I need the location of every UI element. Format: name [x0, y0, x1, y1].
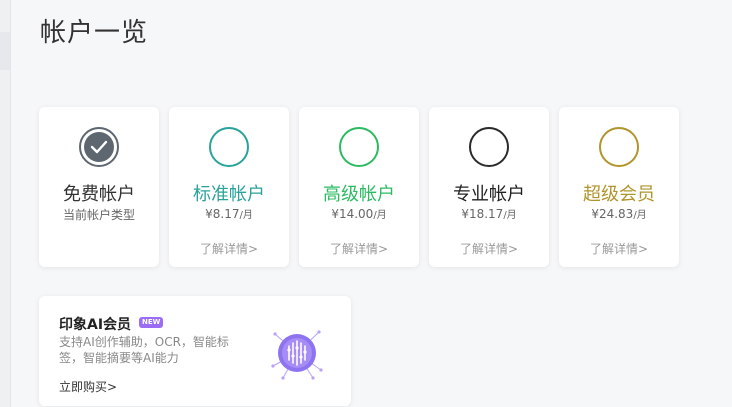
plan-card-premium[interactable]: 高级帐户 ¥14.00/月 了解详情>	[299, 107, 419, 267]
plan-ring-icon	[339, 127, 379, 167]
ai-card-description: 支持AI创作辅助，OCR，智能标签，智能摘要等AI能力	[59, 335, 229, 365]
price-unit: /月	[503, 210, 517, 221]
plan-name: 免费帐户	[63, 184, 135, 205]
price-unit: /月	[633, 210, 647, 221]
page-title: 帐户一览	[40, 18, 149, 48]
buy-now-link[interactable]: 立即购买>	[59, 378, 117, 395]
ai-membership-card[interactable]: 印象AI会员 NEW 支持AI创作辅助，OCR，智能标签，智能摘要等AI能力 立…	[39, 296, 351, 406]
current-plan-ring	[79, 127, 119, 167]
plan-card-free[interactable]: 免费帐户 当前帐户类型	[39, 107, 159, 267]
price-unit: /月	[373, 210, 387, 221]
left-sidebar-edge	[0, 0, 11, 407]
sidebar-selected-indicator	[0, 32, 10, 70]
learn-more-link[interactable]: 了解详情>	[559, 240, 679, 257]
plan-ring-icon	[209, 127, 249, 167]
price-value: ¥8.17	[205, 207, 240, 221]
ai-chip-icon	[269, 326, 325, 380]
plan-name: 高级帐户	[323, 184, 395, 205]
plan-card-super[interactable]: 超级会员 ¥24.83/月 了解详情>	[559, 107, 679, 267]
plan-card-standard[interactable]: 标准帐户 ¥8.17/月 了解详情>	[169, 107, 289, 267]
learn-more-link[interactable]: 了解详情>	[169, 240, 289, 257]
plan-ring-icon	[599, 127, 639, 167]
price-value: ¥18.17	[461, 207, 504, 221]
plan-name: 超级会员	[583, 184, 655, 205]
current-plan-label: 当前帐户类型	[62, 208, 135, 222]
plan-price: ¥14.00/月	[299, 206, 419, 221]
price-value: ¥24.83	[591, 207, 634, 221]
new-badge: NEW	[139, 317, 164, 328]
learn-more-link[interactable]: 了解详情>	[299, 240, 419, 257]
price-unit: /月	[239, 210, 253, 221]
plan-name: 标准帐户	[193, 184, 265, 205]
plan-ring-icon	[469, 127, 509, 167]
price-value: ¥14.00	[331, 207, 374, 221]
learn-more-link[interactable]: 了解详情>	[429, 240, 549, 257]
checkmark-icon	[84, 132, 114, 162]
ai-card-title: 印象AI会员	[59, 317, 132, 333]
plan-card-professional[interactable]: 专业帐户 ¥18.17/月 了解详情>	[429, 107, 549, 267]
plan-price: ¥24.83/月	[559, 206, 679, 221]
plan-price: ¥18.17/月	[429, 206, 549, 221]
plan-price: ¥8.17/月	[169, 206, 289, 221]
plan-name: 专业帐户	[453, 184, 525, 205]
